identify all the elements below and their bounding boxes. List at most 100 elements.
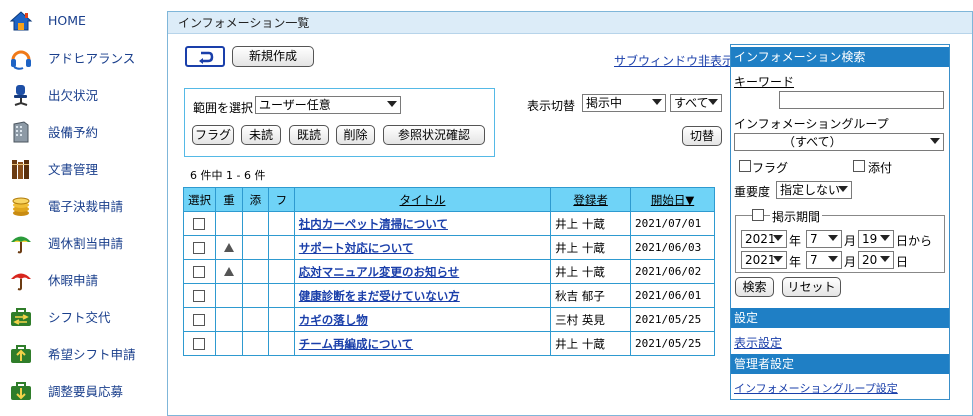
- sort-start-date-link[interactable]: 開始日▼: [651, 193, 694, 207]
- attach-checkbox-label: 添付: [868, 161, 893, 175]
- table-row: 健康診断をまだ受けていない方 秋吉 郁子 2021/06/01: [183, 283, 715, 308]
- period-checkbox[interactable]: [752, 209, 764, 221]
- to-month-select[interactable]: 7: [806, 251, 842, 269]
- unread-button[interactable]: 未読: [241, 125, 281, 145]
- sidebar-item-leave[interactable]: 休暇申請: [0, 261, 165, 298]
- sidebar-item-shift-request[interactable]: 希望シフト申請: [0, 335, 165, 372]
- attach-checkbox[interactable]: [853, 160, 865, 172]
- from-year-select[interactable]: 2021: [741, 230, 787, 248]
- column-header-registrant[interactable]: 登録者: [550, 187, 632, 212]
- search-button[interactable]: 検索: [735, 277, 774, 297]
- to-day-select[interactable]: 20: [858, 251, 894, 269]
- sidebar-item-home[interactable]: HOME: [0, 2, 165, 39]
- group-select[interactable]: （すべて）: [734, 133, 944, 151]
- importance-select[interactable]: 指定しない: [776, 181, 852, 199]
- row-select-checkbox[interactable]: [193, 218, 206, 230]
- registrant-cell: 三村 英見: [550, 307, 632, 332]
- year-suffix: 年: [789, 255, 802, 269]
- display-scope-select[interactable]: すべて: [670, 94, 722, 112]
- display-settings-link[interactable]: 表示設定: [734, 334, 782, 351]
- select-cell: [183, 259, 216, 284]
- switch-button[interactable]: 切替: [682, 126, 722, 146]
- sidebar-item-approval[interactable]: 電子決裁申請: [0, 187, 165, 224]
- sidebar-item-adherence[interactable]: アドヒアランス: [0, 39, 165, 76]
- sidebar-item-label: 週休割当申請: [48, 236, 124, 251]
- row-select-checkbox[interactable]: [193, 242, 206, 254]
- flag-button[interactable]: フラグ: [192, 125, 234, 145]
- title-cell: サポート対応について: [293, 235, 552, 260]
- sidebar-item-label: 希望シフト申請: [48, 347, 136, 362]
- information-table: 選択 重 添 フ タイトル 登録者 開始日▼ 社内カーペット清掃について 井上 十…: [183, 187, 715, 356]
- column-header-importance[interactable]: 重: [214, 187, 243, 212]
- information-title-link[interactable]: チーム再編成について: [299, 337, 413, 351]
- start-date-cell: 2021/06/02: [630, 259, 715, 284]
- books-icon: [8, 156, 34, 182]
- information-title-link[interactable]: カギの落し物: [299, 313, 368, 327]
- attach-cell: [241, 235, 269, 260]
- to-day-value: 20: [862, 253, 878, 267]
- read-button[interactable]: 既読: [289, 125, 329, 145]
- column-header-flag[interactable]: フ: [267, 187, 295, 212]
- chevron-down-icon: [708, 99, 718, 105]
- row-select-checkbox[interactable]: [193, 266, 206, 278]
- coins-icon: [8, 193, 34, 219]
- from-month-select[interactable]: 7: [806, 230, 842, 248]
- reference-status-button[interactable]: 参照状況確認: [383, 125, 485, 145]
- information-title-link[interactable]: 健康診断をまだ受けていない方: [299, 289, 460, 303]
- information-title-link[interactable]: 応対マニュアル変更のお知らせ: [299, 265, 459, 279]
- attach-cell: [241, 211, 269, 236]
- to-year-select[interactable]: 2021: [741, 251, 787, 269]
- information-search-panel: インフォメーション検索 キーワード インフォメーショングループ （すべて） フラ…: [730, 44, 950, 400]
- keyword-input[interactable]: [779, 91, 944, 109]
- range-select[interactable]: ユーザー任意: [255, 96, 401, 114]
- information-title-link[interactable]: 社内カーペット清掃について: [299, 217, 448, 231]
- from-month-value: 7: [810, 232, 818, 246]
- flag-checkbox[interactable]: [739, 160, 751, 172]
- group-settings-link[interactable]: インフォメーショングループ設定: [734, 380, 898, 396]
- row-select-checkbox[interactable]: [193, 290, 206, 302]
- table-row: チーム再編成について 井上 十蔵 2021/05/25: [183, 331, 715, 356]
- display-status-select[interactable]: 掲示中: [582, 94, 666, 112]
- sidebar-item-weekly-off[interactable]: 週休割当申請: [0, 224, 165, 261]
- from-day-select[interactable]: 19: [858, 230, 894, 248]
- information-title-link[interactable]: サポート対応について: [299, 241, 414, 255]
- group-label: インフォメーショングループ: [734, 117, 889, 131]
- from-year-value: 2021: [745, 232, 776, 246]
- sidebar-item-documents[interactable]: 文書管理: [0, 150, 165, 187]
- select-cell: [183, 307, 216, 332]
- chevron-down-icon: [880, 235, 890, 241]
- attach-cell: [241, 283, 269, 308]
- sort-title-link[interactable]: タイトル: [399, 193, 445, 207]
- delete-button[interactable]: 削除: [336, 125, 375, 145]
- sidebar-item-attendance[interactable]: 出欠状況: [0, 76, 165, 113]
- sort-registrant-link[interactable]: 登録者: [573, 193, 608, 207]
- month-suffix: 月: [844, 234, 857, 248]
- sidebar-item-shift-swap[interactable]: シフト交代: [0, 298, 165, 335]
- group-select-value: （すべて）: [783, 135, 842, 149]
- sidebar-item-adjust-apply[interactable]: 調整要員応募: [0, 372, 165, 409]
- back-button[interactable]: [185, 46, 225, 67]
- start-date-cell: 2021/05/25: [630, 307, 715, 332]
- sidebar-item-label: 出欠状況: [48, 88, 99, 103]
- importance-cell: [214, 211, 243, 236]
- column-header-start-date[interactable]: 開始日▼: [630, 187, 715, 212]
- column-header-title[interactable]: タイトル: [293, 187, 552, 212]
- row-select-checkbox[interactable]: [193, 314, 206, 326]
- subwindow-toggle-link[interactable]: サブウィンドウ非表示: [614, 52, 734, 69]
- sidebar-item-label: シフト交代: [48, 310, 111, 325]
- display-switch-label: 表示切替: [527, 99, 576, 113]
- table-row: 応対マニュアル変更のお知らせ 井上 十蔵 2021/06/02: [183, 259, 715, 284]
- chevron-down-icon: [652, 99, 662, 105]
- sidebar-item-facility[interactable]: 設備予約: [0, 113, 165, 150]
- select-cell: [183, 331, 216, 356]
- column-header-attach[interactable]: 添: [241, 187, 269, 212]
- importance-cell: [214, 283, 243, 308]
- umbrella-green-icon: [8, 230, 34, 256]
- umbrella-red-icon: [8, 267, 34, 293]
- row-select-checkbox[interactable]: [193, 338, 206, 350]
- reset-button[interactable]: リセット: [782, 277, 841, 297]
- settings-bar: 設定: [731, 308, 949, 328]
- title-cell: 社内カーペット清掃について: [293, 211, 552, 236]
- registrant-cell: 井上 十蔵: [550, 259, 632, 284]
- new-button[interactable]: 新規作成: [232, 46, 314, 67]
